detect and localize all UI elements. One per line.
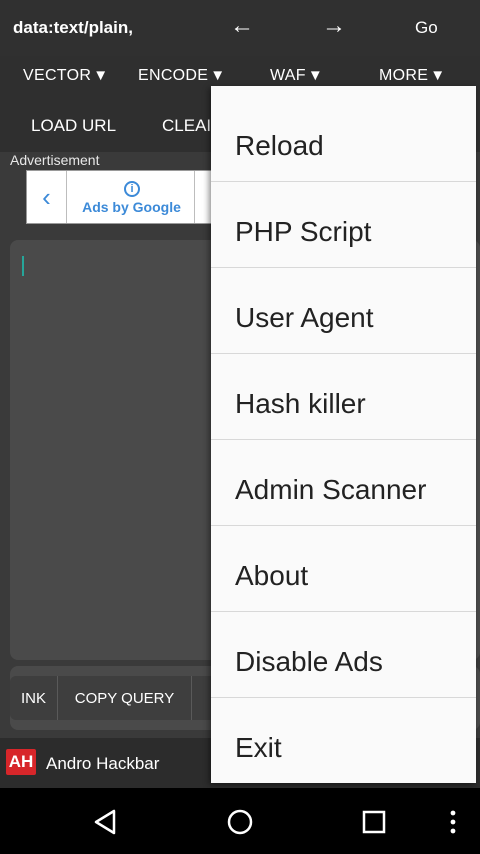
menu-item-label: Admin Scanner [235, 474, 427, 505]
menu-item-label: Exit [235, 732, 282, 763]
text-caret [22, 256, 24, 276]
ads-by-google-label: Ads by Google [82, 199, 181, 215]
ads-by-google[interactable]: i Ads by Google [68, 171, 195, 223]
forward-arrow-button[interactable]: → [322, 12, 346, 40]
go-button[interactable]: Go [415, 18, 438, 38]
dropdown-triangle-icon: ▼ [210, 67, 226, 84]
menu-item-label: Hash killer [235, 388, 366, 419]
vector-menu[interactable]: VECTOR ▼ [23, 67, 108, 85]
menu-item-label: Disable Ads [235, 646, 383, 677]
dropdown-triangle-icon: ▼ [307, 67, 324, 84]
menu-item-disable-ads[interactable]: Disable Ads [211, 612, 476, 698]
chevron-left-icon[interactable]: ‹ [27, 171, 67, 223]
more-dropdown-menu: Reload PHP Script User Agent Hash killer… [211, 86, 476, 783]
menu-item-label: About [235, 560, 309, 591]
copy-link-button[interactable]: INK [10, 676, 58, 720]
menu-item-label: PHP Script [235, 216, 372, 247]
menu-item-php-script[interactable]: PHP Script [211, 182, 476, 268]
encode-menu[interactable]: ENCODE ▼ [138, 67, 225, 85]
menu-item-about[interactable]: About [211, 526, 476, 612]
encode-menu-label: ENCODE [138, 67, 209, 84]
url-field[interactable]: data:text/plain, [13, 18, 133, 38]
menu-item-exit[interactable]: Exit [211, 698, 476, 784]
ad-banner[interactable]: ‹ i Ads by Google [26, 170, 226, 224]
advertisement-label: Advertisement [10, 152, 100, 168]
vector-menu-label: VECTOR [23, 67, 92, 84]
app-logo: AH [6, 749, 36, 775]
waf-menu-label: WAF [270, 67, 306, 84]
menu-item-admin-scanner[interactable]: Admin Scanner [211, 440, 476, 526]
dropdown-triangle-icon: ▼ [430, 67, 446, 84]
menu-item-hash-killer[interactable]: Hash killer [211, 354, 476, 440]
app-name: Andro Hackbar [46, 754, 160, 773]
copy-query-button[interactable]: COPY QUERY [58, 676, 192, 720]
menu-item-reload[interactable]: Reload [211, 96, 476, 182]
address-bar: data:text/plain, ← → Go [0, 0, 480, 56]
overflow-dots-icon[interactable] [445, 808, 461, 836]
menu-item-label: Reload [235, 130, 324, 161]
waf-menu[interactable]: WAF ▼ [270, 67, 323, 85]
back-triangle-icon[interactable] [92, 808, 120, 836]
clear-button[interactable]: CLEAI [162, 116, 211, 136]
more-menu[interactable]: MORE ▼ [379, 67, 445, 85]
menu-item-label: User Agent [235, 302, 374, 333]
dropdown-triangle-icon: ▼ [93, 67, 109, 84]
back-arrow-button[interactable]: ← [230, 12, 254, 40]
more-menu-label: MORE [379, 67, 429, 84]
info-icon: i [124, 181, 140, 197]
home-circle-icon[interactable] [226, 808, 254, 836]
system-nav-bar [0, 788, 480, 854]
load-url-button[interactable]: LOAD URL [31, 116, 116, 136]
recents-square-icon[interactable] [360, 808, 388, 836]
menu-item-user-agent[interactable]: User Agent [211, 268, 476, 354]
